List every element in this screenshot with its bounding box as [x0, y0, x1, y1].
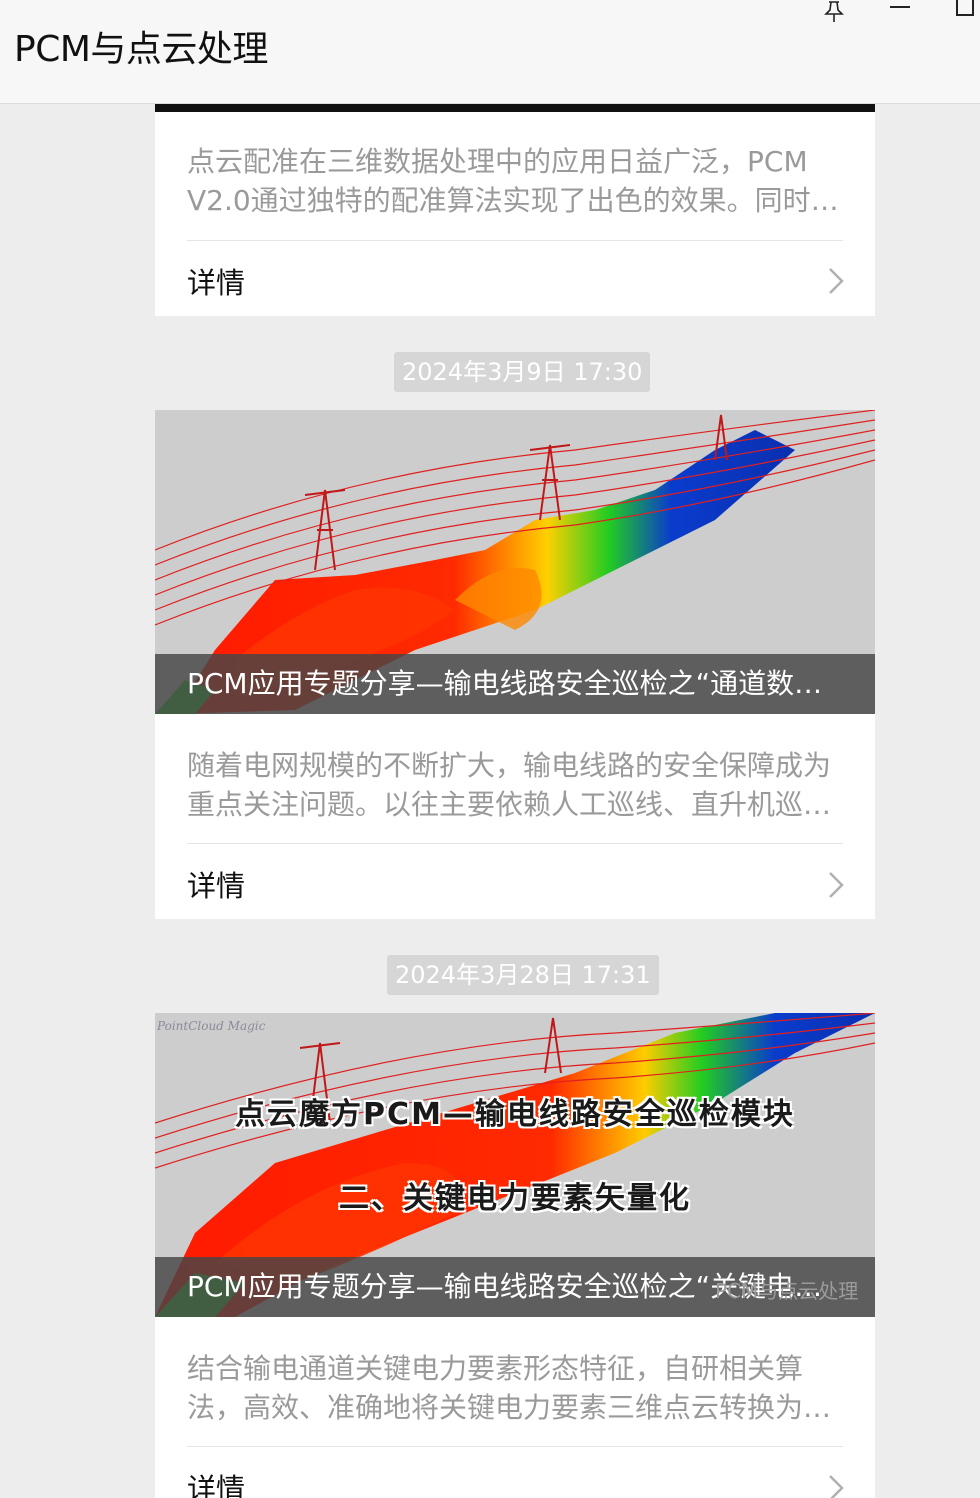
minimize-icon[interactable] [890, 6, 910, 8]
article-summary: 随着电网规模的不断扩大，输电线路的安全保障成为重点关注问题。以往主要依赖人工巡线… [187, 749, 832, 821]
window-title: PCM与点云处理 [14, 29, 268, 70]
detail-link[interactable]: 详情 [187, 1466, 245, 1498]
divider [187, 843, 843, 844]
article-card[interactable]: 点云配准在三维数据处理中的应用日益广泛，PCM V2.0通过独特的配准算法实现了… [155, 104, 875, 316]
detail-link[interactable]: 详情 [187, 863, 245, 905]
divider [187, 240, 843, 241]
cover-image[interactable]: PCM应用专题分享—输电线路安全巡检之“通道数… [155, 410, 875, 714]
cover-overlay-subtitle: 二、关键电力要素矢量化 [339, 1181, 691, 1216]
chevron-right-icon[interactable] [825, 1473, 847, 1498]
article-card[interactable]: PCM应用专题分享—输电线路安全巡检之“通道数… 随着电网规模的不断扩大，输电线… [155, 410, 875, 919]
cover-overlay-title: 点云魔方PCM—输电线路安全巡检模块 [235, 1097, 795, 1132]
detail-link[interactable]: 详情 [187, 260, 245, 302]
cover-caption: PCM应用专题分享—输电线路安全巡检之“通道数… [155, 654, 875, 714]
maximize-icon[interactable] [956, 0, 974, 16]
cover-watermark: PointCloud Magic [157, 1019, 266, 1033]
cover-image[interactable]: PointCloud Magic 点云魔方PCM—输电线路安全巡检模块 二、关键… [155, 1013, 875, 1317]
timestamp: 2024年3月9日 17:30 [394, 352, 651, 392]
cover-bottom-edge [155, 104, 875, 112]
title-bar: PCM与点云处理 [0, 0, 980, 104]
pin-icon[interactable] [822, 0, 846, 24]
timestamp: 2024年3月28日 17:31 [387, 955, 659, 995]
chevron-right-icon[interactable] [825, 266, 847, 296]
chevron-right-icon[interactable] [825, 870, 847, 900]
divider [187, 1446, 843, 1447]
cover-corner-watermark: PCM与点云处理 [715, 1279, 859, 1303]
article-summary: 点云配准在三维数据处理中的应用日益广泛，PCM V2.0通过独特的配准算法实现了… [187, 145, 839, 217]
article-summary: 结合输电通道关键电力要素形态特征，自研相关算法，高效、准确地将关键电力要素三维点… [187, 1352, 832, 1424]
article-card[interactable]: PointCloud Magic 点云魔方PCM—输电线路安全巡检模块 二、关键… [155, 1013, 875, 1498]
article-feed: 点云配准在三维数据处理中的应用日益广泛，PCM V2.0通过独特的配准算法实现了… [0, 104, 980, 1498]
